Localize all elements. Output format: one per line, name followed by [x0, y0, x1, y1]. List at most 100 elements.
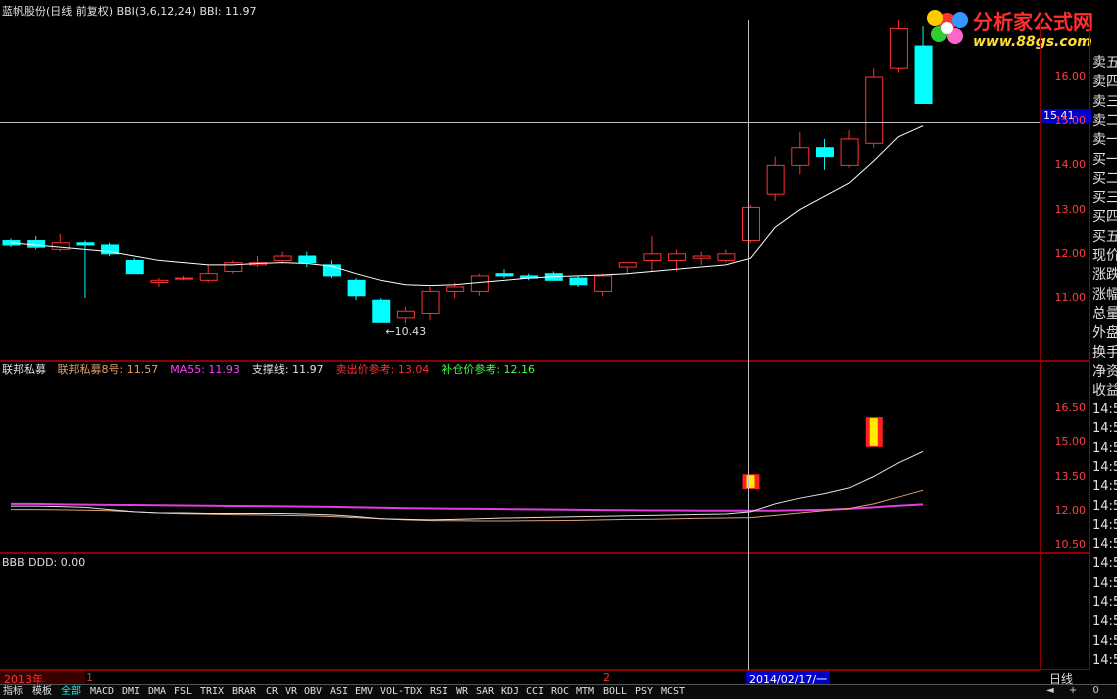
quote-time: 14:5	[1092, 556, 1117, 572]
tab-psy[interactable]: PSY	[633, 685, 655, 699]
tab-obv[interactable]: OBV	[302, 685, 324, 699]
candle-body	[175, 277, 194, 280]
low-price-marker: ←10.43	[385, 325, 426, 338]
price-tick-label: 11.00	[1054, 291, 1087, 304]
price-tick-label: 16.00	[1054, 70, 1087, 83]
quote-label: 卖五	[1092, 55, 1117, 71]
tab-vol-tdx[interactable]: VOL-TDX	[378, 685, 424, 699]
tab-dmi[interactable]: DMI	[120, 685, 142, 699]
candle-body	[742, 206, 760, 242]
tab-trix[interactable]: TRIX	[198, 685, 226, 699]
crosshair-horizontal	[0, 122, 1040, 123]
tab-模板[interactable]: 模板	[30, 685, 54, 699]
candle-body	[495, 273, 514, 277]
tab-dma[interactable]: DMA	[146, 685, 168, 699]
candle-body	[717, 253, 736, 261]
quote-label: 涨跌	[1092, 267, 1117, 284]
indicator-chart[interactable]	[0, 362, 1040, 552]
quote-time: 14:5	[1092, 479, 1117, 495]
indicator-legend-item: MA55: 11.93	[170, 363, 240, 376]
tab-emv[interactable]: EMV	[353, 685, 375, 699]
indicator-legend-item: 联邦私募8号: 11.57	[57, 363, 159, 376]
quote-label: 卖四	[1092, 74, 1117, 91]
bbi-readout: BBI(3,6,12,24) BBI: 11.97	[116, 5, 257, 18]
candle-body	[125, 259, 144, 275]
zero-button[interactable]: 0	[1092, 685, 1098, 696]
bbb-header: BBB DDD: 0.00	[2, 556, 86, 569]
tab-vr[interactable]: VR	[283, 685, 299, 699]
indicator-tick-label: 10.50	[1054, 538, 1087, 551]
quote-time: 14:5	[1092, 440, 1117, 456]
tab-cci[interactable]: CCI	[524, 685, 546, 699]
quote-label: 换手	[1092, 344, 1117, 361]
tab-cr[interactable]: CR	[264, 685, 280, 699]
tab-全部[interactable]: 全部	[59, 685, 83, 699]
tab-brar[interactable]: BRAR	[230, 685, 258, 699]
quote-label: 卖一	[1092, 132, 1117, 149]
indicator-header: 联邦私募 联邦私募8号: 11.57 MA55: 11.93 支撑线: 11.97 卖…	[2, 363, 547, 377]
tab-sar[interactable]: SAR	[474, 685, 496, 699]
quote-time: 14:5	[1092, 402, 1117, 417]
tab-mtm[interactable]: MTM	[574, 685, 596, 699]
quote-time: 14:5	[1092, 595, 1117, 610]
candle-body	[199, 273, 218, 281]
candle-body	[470, 275, 489, 292]
quote-label: 收益	[1092, 383, 1117, 400]
zoom-in-button[interactable]: +	[1069, 685, 1077, 696]
candle-body	[791, 147, 810, 166]
quote-label: 净资	[1092, 363, 1117, 380]
quote-time: 14:5	[1092, 537, 1117, 553]
prev-icon[interactable]: ◄	[1046, 685, 1054, 696]
quote-label: 买一	[1092, 151, 1117, 168]
candle-body	[372, 299, 391, 323]
tab-roc[interactable]: ROC	[549, 685, 571, 699]
candle-body	[643, 253, 662, 261]
tab-指标[interactable]: 指标	[1, 685, 25, 699]
chart-header: 蓝帆股份(日线 前复权) BBI(3,6,12,24) BBI: 11.97	[2, 5, 257, 19]
quote-label: 卖二	[1092, 112, 1117, 129]
candle-body	[865, 76, 884, 144]
quote-time: 14:5	[1092, 498, 1117, 514]
candle-body	[914, 45, 933, 105]
candle-body	[27, 240, 46, 248]
quote-label: 买二	[1092, 170, 1117, 187]
quote-label: 现价	[1092, 248, 1117, 264]
tab-kdj[interactable]: KDJ	[499, 685, 521, 699]
bbb-panel[interactable]	[0, 553, 1090, 670]
quote-time: 14:5	[1092, 633, 1117, 649]
candle-body	[347, 279, 366, 297]
candle-body	[150, 279, 169, 284]
quote-time: 14:5	[1092, 652, 1117, 668]
tab-rsi[interactable]: RSI	[428, 685, 450, 699]
quote-labels: 卖五 卖四 卖三 卖二 卖一 买一 买二 买三 买四 买五 现价 涨跌 涨幅 总量 外盘 换手 净资 收益	[1092, 52, 1117, 402]
quote-time: 14:5	[1092, 575, 1117, 591]
candle-body	[668, 253, 687, 261]
price-tick-label: 12.00	[1054, 246, 1087, 260]
quote-label: 卖三	[1092, 93, 1117, 110]
candlestick-chart[interactable]: ←10.43	[0, 20, 1040, 361]
tab-boll[interactable]: BOLL	[601, 685, 629, 699]
indicator-tick-label: 13.50	[1054, 469, 1087, 483]
tab-fsl[interactable]: FSL	[172, 685, 194, 699]
candle-body	[446, 286, 465, 292]
time-month-1: 1	[86, 671, 93, 684]
quote-label: 外盘	[1092, 325, 1117, 342]
quote-time: 14:5	[1092, 459, 1117, 475]
period-label[interactable]: 日线	[1041, 670, 1098, 686]
stock-title: 蓝帆股份(日线 前复权)	[2, 5, 114, 18]
candle-body	[224, 262, 243, 272]
tab-asi[interactable]: ASI	[328, 685, 350, 699]
tab-mcst[interactable]: MCST	[659, 685, 687, 699]
candle-body	[692, 255, 711, 259]
candle-body	[766, 164, 785, 195]
quote-times: 14:5 14:5 14:5 14:5 14:5 14:5 14:5 14:5 14:5 14:5…	[1092, 402, 1117, 670]
quote-time: 14:5	[1092, 517, 1117, 533]
quote-time: 14:5	[1092, 421, 1117, 437]
price-tick-label: 15.00	[1054, 114, 1087, 128]
candle-body	[76, 242, 95, 246]
tab-macd[interactable]: MACD	[88, 685, 116, 699]
indicator-name: 联邦私募	[2, 363, 46, 376]
candle-body	[51, 242, 70, 250]
tab-wr[interactable]: WR	[454, 685, 470, 699]
signal-bar-core	[869, 418, 878, 446]
